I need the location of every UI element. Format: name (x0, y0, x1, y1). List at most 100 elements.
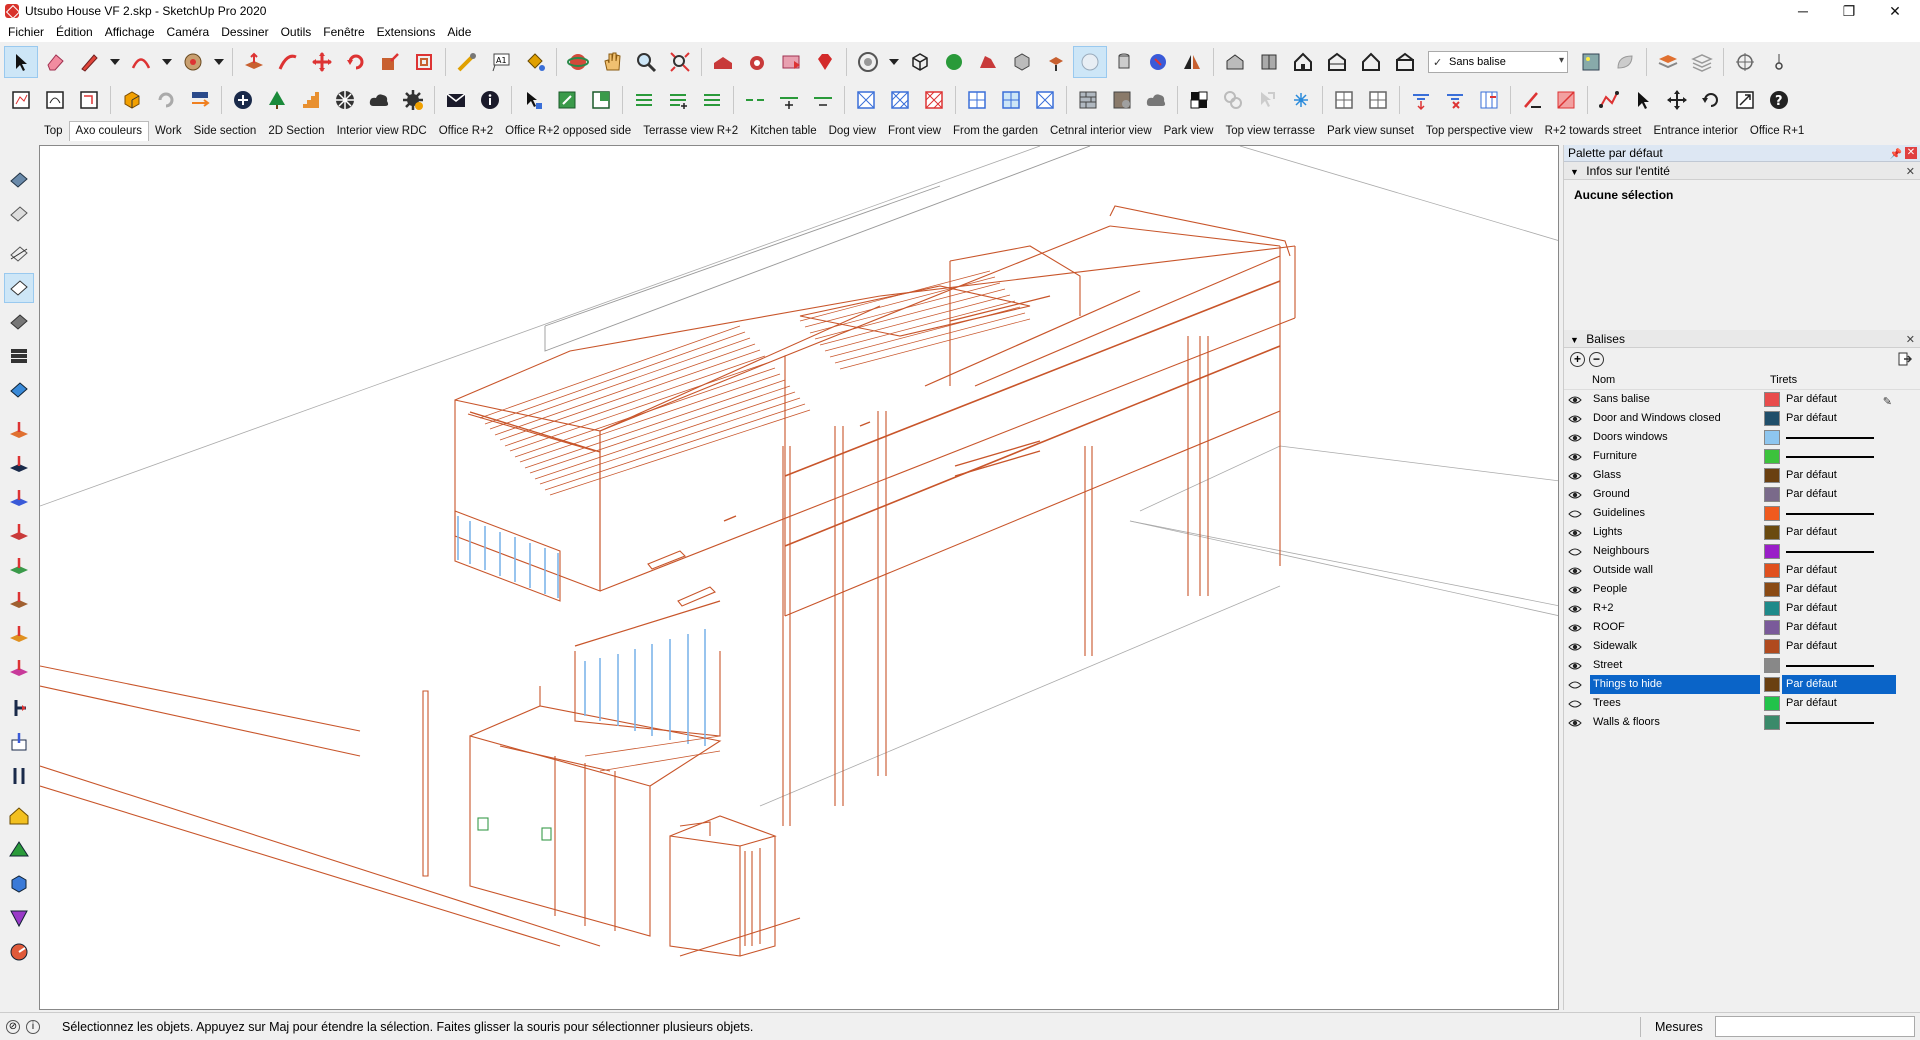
rotate-axes-button[interactable] (1694, 84, 1728, 116)
pin-icon[interactable]: 📌 (1890, 146, 1902, 163)
push-navy-button[interactable] (4, 449, 34, 479)
align-top-button[interactable] (627, 84, 661, 116)
component-resize-button[interactable] (584, 84, 618, 116)
tag-dash-cell[interactable] (1782, 428, 1896, 447)
tag-color-swatch[interactable] (1764, 544, 1780, 559)
section-plane-button[interactable] (4, 165, 34, 195)
filter-down-button[interactable] (1404, 84, 1438, 116)
dash-column-header[interactable]: Tirets (1770, 374, 1797, 386)
add-location-button[interactable] (937, 46, 971, 78)
tag-dash-cell[interactable] (1782, 713, 1896, 732)
info-button[interactable] (473, 84, 507, 116)
layers-outline-button[interactable] (1685, 46, 1719, 78)
move-axes-button[interactable] (1660, 84, 1694, 116)
push-orange-x-button[interactable] (4, 619, 34, 649)
tag-row[interactable]: People Par défaut (1564, 580, 1920, 599)
tag-dash-cell[interactable]: Par défaut (1782, 637, 1896, 656)
reload-button[interactable] (149, 84, 183, 116)
right-view-button[interactable] (1320, 46, 1354, 78)
tag-color-swatch[interactable] (1764, 620, 1780, 635)
eye-open-icon[interactable] (1568, 471, 1582, 481)
grid-blue-button[interactable] (960, 84, 994, 116)
eye-open-icon[interactable] (1568, 642, 1582, 652)
scene-tab-top-view-terrasse[interactable]: Top view terrasse (1219, 122, 1320, 141)
tags-layers-button[interactable] (1651, 46, 1685, 78)
tag-name[interactable]: Street (1590, 656, 1760, 675)
details-arrow-icon[interactable] (1898, 352, 1912, 366)
eye-open-icon[interactable] (1568, 604, 1582, 614)
tag-color-swatch[interactable] (1764, 449, 1780, 464)
eye-open-icon[interactable] (1568, 433, 1582, 443)
3d-warehouse-button[interactable] (706, 46, 740, 78)
tag-name[interactable]: People (1590, 580, 1760, 599)
mirror-button[interactable] (1175, 46, 1209, 78)
add-location-photo-button[interactable] (1608, 46, 1642, 78)
tag-dash-cell[interactable]: Par défaut (1782, 466, 1896, 485)
tag-dash-cell[interactable]: Par défaut (1782, 523, 1896, 542)
dynamic-component-button[interactable] (115, 84, 149, 116)
texture-2-button[interactable] (1105, 84, 1139, 116)
curve-button[interactable] (1592, 84, 1626, 116)
tag-row[interactable]: Street (1564, 656, 1920, 675)
photo-texture-button[interactable] (1574, 46, 1608, 78)
scene-tab-side-section[interactable]: Side section (188, 122, 263, 141)
add-button[interactable] (226, 84, 260, 116)
filter-grid-button[interactable] (1472, 84, 1506, 116)
stairs-button[interactable] (294, 84, 328, 116)
scene-tab-from-the-garden[interactable]: From the garden (947, 122, 1044, 141)
tag-row[interactable]: Sans balise Par défaut ✎ (1564, 390, 1920, 409)
roof-green-button[interactable] (4, 835, 34, 865)
styles-dropdown[interactable] (885, 46, 903, 78)
info-icon[interactable]: i (26, 1019, 40, 1034)
zoom-button[interactable] (629, 46, 663, 78)
split-button[interactable] (4, 761, 34, 791)
hidden-line-button[interactable] (1107, 46, 1141, 78)
eye-closed-icon[interactable] (1568, 547, 1582, 557)
scene-tab-office-r1[interactable]: Office R+1 (1744, 122, 1810, 141)
menu-fenetre[interactable]: Fenêtre (317, 22, 370, 42)
checker-button[interactable] (1182, 84, 1216, 116)
tag-name[interactable]: Walls & floors (1590, 713, 1760, 732)
line-remove-button[interactable] (806, 84, 840, 116)
eye-open-icon[interactable] (1568, 585, 1582, 595)
align-remove-button[interactable] (695, 84, 729, 116)
toggle-terrain-button[interactable] (971, 46, 1005, 78)
rotate-tool-button[interactable] (339, 46, 373, 78)
tag-name[interactable]: Things to hide (1590, 675, 1760, 694)
iso-view-button[interactable] (1218, 46, 1252, 78)
add-tag-button[interactable]: + (1570, 351, 1585, 367)
tag-dash-cell[interactable]: Par défaut (1782, 580, 1896, 599)
eye-open-icon[interactable] (1568, 490, 1582, 500)
eye-open-icon[interactable] (1568, 661, 1582, 671)
section-fill-button[interactable] (1549, 84, 1583, 116)
tag-row[interactable]: Door and Windows closed Par défaut (1564, 409, 1920, 428)
tray-close-button[interactable]: ✕ (1905, 147, 1917, 159)
tag-color-swatch[interactable] (1764, 430, 1780, 445)
push-pink-f-button[interactable] (4, 653, 34, 683)
line-split-button[interactable] (738, 84, 772, 116)
tag-color-swatch[interactable] (1764, 696, 1780, 711)
eye-open-icon[interactable] (1568, 718, 1582, 728)
tag-row[interactable]: Glass Par défaut (1564, 466, 1920, 485)
tag-name[interactable]: Sans balise (1590, 390, 1760, 409)
tag-row[interactable]: Furniture (1564, 447, 1920, 466)
tag-name[interactable]: Glass (1590, 466, 1760, 485)
geo-location-icon[interactable]: ⊘ (6, 1019, 20, 1034)
pan-button[interactable] (595, 46, 629, 78)
scene-tab-top-perspective-view[interactable]: Top perspective view (1420, 122, 1539, 141)
tag-row[interactable]: Sidewalk Par défaut (1564, 637, 1920, 656)
help-button[interactable]: ? (1762, 84, 1796, 116)
scene-tab-entrance-interior[interactable]: Entrance interior (1648, 122, 1744, 141)
move-tool-button[interactable] (305, 46, 339, 78)
delete-tag-button[interactable]: − (1589, 351, 1604, 367)
line-tool-dropdown[interactable] (106, 46, 124, 78)
tag-color-swatch[interactable] (1764, 392, 1780, 407)
tag-color-swatch[interactable] (1764, 487, 1780, 502)
roof-red-button[interactable] (4, 937, 34, 967)
tag-dash-cell[interactable]: Par défaut (1782, 409, 1896, 428)
back-edges-button[interactable] (1039, 46, 1073, 78)
scene-tab-park-view-sunset[interactable]: Park view sunset (1321, 122, 1420, 141)
tag-dash-cell[interactable]: Par défaut (1782, 485, 1896, 504)
section-active-button[interactable] (4, 273, 34, 303)
maximize-button[interactable]: ❐ (1826, 0, 1872, 22)
